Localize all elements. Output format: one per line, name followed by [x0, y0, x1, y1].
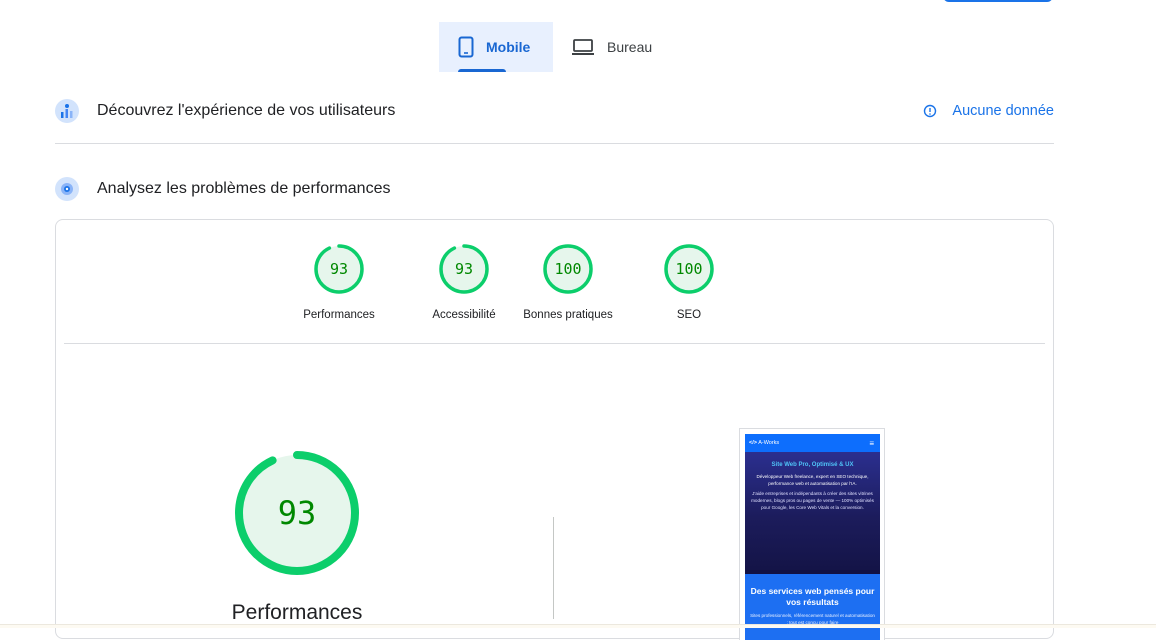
divider: [553, 517, 554, 619]
tab-label: Bureau: [607, 39, 653, 55]
score-value: 100: [675, 260, 702, 278]
screenshot-brand: A-Works: [758, 440, 780, 446]
score-gauge[interactable]: 100 Bonnes pratiques: [508, 243, 628, 321]
no-data-label: Aucune donnée: [952, 103, 1054, 119]
info-icon: [923, 104, 937, 118]
score-label: Accessibilité: [432, 309, 496, 321]
menu-icon: ≡: [869, 438, 874, 448]
performance-gauge[interactable]: 93: [233, 449, 361, 577]
tab-desktop[interactable]: Bureau: [553, 22, 671, 72]
laptop-icon: [571, 38, 595, 56]
tab-mobile[interactable]: Mobile: [439, 22, 553, 72]
smartphone-icon: [458, 36, 474, 58]
screenshot-hero-title: Site Web Pro, Optimisé & UX: [771, 462, 854, 468]
screenshot-navbar: </> A-Works ≡: [745, 434, 880, 452]
performance-gauge-label: Performances: [231, 601, 363, 624]
code-icon: </>: [749, 440, 757, 446]
screenshot-hero-text: Développeur Web freelance, expert en SEO…: [756, 474, 869, 486]
score-gauge[interactable]: 93 Performances: [279, 243, 399, 321]
crux-section: Découvrez l'expérience de vos utilisateu…: [55, 98, 1054, 124]
diagnose-section: Analysez les problèmes de performances: [55, 176, 1054, 202]
analyze-button[interactable]: [943, 0, 1053, 2]
divider: [64, 343, 1045, 344]
score-label: Performances: [303, 309, 375, 321]
score-label: SEO: [676, 309, 702, 321]
crux-title: Découvrez l'expérience de vos utilisateu…: [97, 102, 396, 119]
screenshot-section-title: Des services web pensés pour vos résulta…: [750, 586, 875, 608]
page-screenshot: </> A-Works ≡ Site Web Pro, Optimisé & U…: [739, 428, 885, 640]
lighthouse-icon: [55, 177, 79, 201]
score-value: 93: [278, 494, 317, 532]
screenshot-hero-text: J'aide entreprises et indépendants à cré…: [751, 491, 874, 510]
score-gauge[interactable]: 93 Accessibilité: [404, 243, 524, 321]
users-chart-icon: [55, 99, 79, 123]
device-tabs: Mobile Bureau: [439, 22, 671, 72]
score-value: 93: [330, 260, 348, 278]
report-card: 93 Performances 93 Accessibilité 100 Bonnes p…: [55, 219, 1054, 640]
score-label: Bonnes pratiques: [523, 309, 613, 321]
tab-label: Mobile: [486, 39, 531, 55]
score-gauge[interactable]: 100 SEO: [629, 243, 749, 321]
score-value: 100: [554, 260, 581, 278]
bottom-bar: [0, 624, 1156, 628]
divider: [55, 143, 1054, 144]
score-value: 93: [455, 260, 473, 278]
crux-status: Aucune donnée: [923, 103, 1054, 119]
diagnose-title: Analysez les problèmes de performances: [97, 180, 391, 197]
